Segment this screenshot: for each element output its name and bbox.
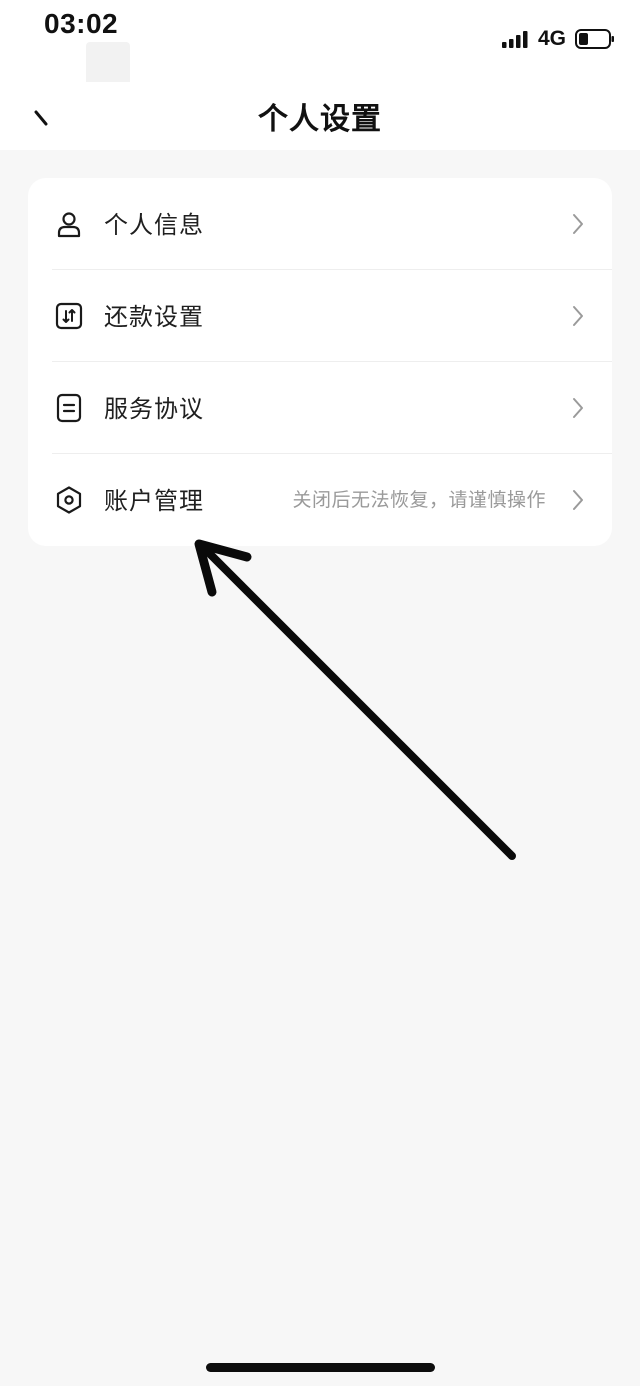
chevron-right-icon [573,398,583,418]
home-indicator[interactable] [206,1363,435,1372]
settings-item-account-management[interactable]: 账户管理 关闭后无法恢复，请谨慎操作 [28,454,612,546]
page-title: 个人设置 [258,102,382,137]
hexagon-settings-icon [56,486,82,514]
settings-item-repayment[interactable]: 还款设置 [28,270,612,362]
chevron-right-icon [573,306,583,326]
document-icon [56,393,82,423]
settings-item-label: 还款设置 [104,303,204,331]
repayment-icon [55,302,83,330]
nav-bar: 个人设置 [0,82,640,150]
settings-item-label: 服务协议 [104,395,204,423]
settings-card: 个人信息 还款设置 服务协议 账户管理 关闭后无法恢复，请谨慎操作 [28,178,612,546]
settings-item-label: 账户管理 [104,487,204,515]
signal-icon [502,31,528,48]
status-bar: 03:02 4G [0,0,640,86]
network-type: 4G [538,27,567,50]
settings-item-personal-info[interactable]: 个人信息 [28,178,612,270]
account-management-hint: 关闭后无法恢复，请谨慎操作 [292,489,546,511]
person-icon [57,212,81,238]
status-time: 03:02 [44,8,119,39]
chevron-right-icon [573,214,583,234]
settings-item-label: 个人信息 [104,211,204,239]
chevron-right-icon [573,490,583,510]
settings-item-service-agreement[interactable]: 服务协议 [28,362,612,454]
status-bar-blur [86,42,130,86]
battery-icon [575,29,614,49]
